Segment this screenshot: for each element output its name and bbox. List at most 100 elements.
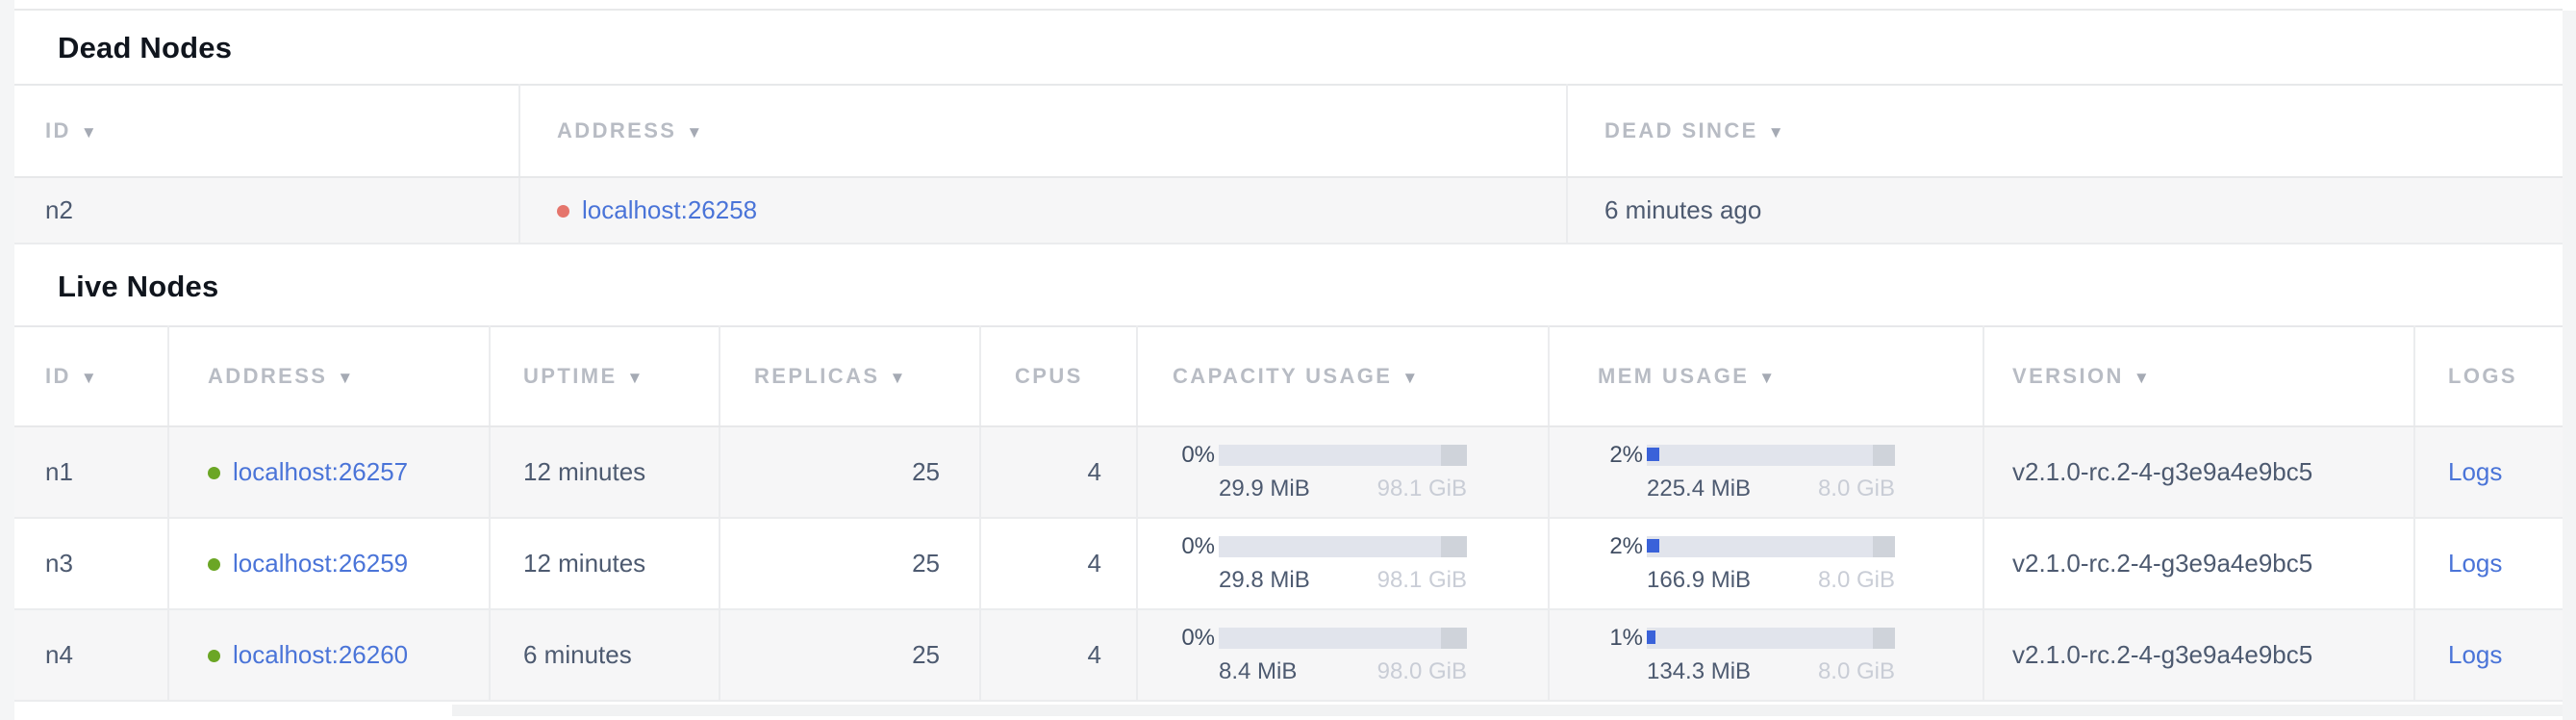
mem-used-label: 225.4 MiB <box>1647 476 1751 502</box>
logs-cell: Logs <box>2414 426 2563 518</box>
usage-bar <box>1219 628 1467 649</box>
mem-percent: 2% <box>1597 533 1643 560</box>
capacity-total-label: 98.0 GiB <box>1377 658 1467 685</box>
node-address-cell: localhost:26257 <box>168 426 490 518</box>
node-address-cell: localhost:26260 <box>168 609 490 701</box>
nodes-overview-page: Dead Nodes ID▼ ADDRESS▼ DEAD SINCE▼ n2 l… <box>14 0 2563 716</box>
replicas-cell: 25 <box>720 426 980 518</box>
column-header-version[interactable]: VERSION▼ <box>1983 326 2414 426</box>
column-header-id[interactable]: ID▼ <box>14 85 519 177</box>
capacity-used-label: 29.9 MiB <box>1219 476 1310 502</box>
mem-total-label: 8.0 GiB <box>1818 476 1895 502</box>
column-header-mem-usage[interactable]: MEM USAGE▼ <box>1549 326 1983 426</box>
mem-total-label: 8.0 GiB <box>1818 567 1895 594</box>
address-link[interactable]: localhost:26259 <box>233 549 408 578</box>
capacity-used-label: 8.4 MiB <box>1219 658 1297 685</box>
column-header-address[interactable]: ADDRESS▼ <box>168 326 490 426</box>
column-header-address[interactable]: ADDRESS▼ <box>519 85 1567 177</box>
column-header-replicas[interactable]: REPLICAS▼ <box>720 326 980 426</box>
usage-bar-endcap <box>1441 628 1467 649</box>
usage-bar-endcap <box>1873 445 1895 466</box>
column-header-uptime[interactable]: UPTIME▼ <box>490 326 720 426</box>
usage-bar-endcap <box>1441 536 1467 557</box>
capacity-usage-meter: 0% 8.4 MiB 98.0 GiB <box>1138 625 1467 685</box>
usage-bar-used <box>1647 539 1659 553</box>
version-cell: v2.1.0-rc.2-4-g3e9a4e9bc5 <box>1983 426 2414 518</box>
live-status-icon <box>208 650 220 662</box>
cpus-cell: 4 <box>980 426 1137 518</box>
dead-nodes-title: Dead Nodes <box>14 11 2563 84</box>
bottom-strip <box>14 702 2563 716</box>
capacity-total-label: 98.1 GiB <box>1377 476 1467 502</box>
capacity-used-label: 29.8 MiB <box>1219 567 1310 594</box>
usage-bar-endcap <box>1441 445 1467 466</box>
column-header-logs: LOGS <box>2414 326 2563 426</box>
node-id-cell: n2 <box>14 177 519 244</box>
live-nodes-section: Live Nodes ID▼ ADDRESS▼ UPTIME▼ REPLICAS… <box>14 244 2563 702</box>
logs-link[interactable]: Logs <box>2448 640 2502 669</box>
address-link[interactable]: localhost:26260 <box>233 640 408 669</box>
live-nodes-title: Live Nodes <box>14 244 2563 325</box>
live-nodes-body: n1 localhost:26257 12 minutes 25 4 0% 29… <box>14 426 2563 701</box>
usage-bar <box>1219 536 1467 557</box>
dead-nodes-table: ID▼ ADDRESS▼ DEAD SINCE▼ n2 localhost:26… <box>14 84 2563 244</box>
live-node-row: n1 localhost:26257 12 minutes 25 4 0% 29… <box>14 426 2563 518</box>
capacity-percent: 0% <box>1169 442 1215 469</box>
capacity-total-label: 98.1 GiB <box>1377 567 1467 594</box>
capacity-usage-meter: 0% 29.8 MiB 98.1 GiB <box>1138 533 1467 594</box>
logs-link[interactable]: Logs <box>2448 549 2502 578</box>
cpus-cell: 4 <box>980 609 1137 701</box>
usage-bar-endcap <box>1873 628 1895 649</box>
usage-bar <box>1219 445 1467 466</box>
capacity-percent: 0% <box>1169 625 1215 652</box>
dead-since-cell: 6 minutes ago <box>1567 177 2563 244</box>
mem-used-label: 134.3 MiB <box>1647 658 1751 685</box>
capacity-usage-cell: 0% 29.9 MiB 98.1 GiB <box>1137 426 1549 518</box>
usage-bar <box>1647 628 1895 649</box>
mem-used-label: 166.9 MiB <box>1647 567 1751 594</box>
mem-percent: 2% <box>1597 442 1643 469</box>
sort-arrow-icon: ▼ <box>81 369 97 387</box>
uptime-cell: 12 minutes <box>490 518 720 609</box>
mem-usage-meter: 2% 166.9 MiB 8.0 GiB <box>1550 533 1895 594</box>
capacity-percent: 0% <box>1169 533 1215 560</box>
sort-arrow-icon: ▼ <box>2134 369 2150 387</box>
logs-link[interactable]: Logs <box>2448 457 2502 486</box>
live-status-icon <box>208 558 220 571</box>
node-address-cell: localhost:26259 <box>168 518 490 609</box>
dead-status-icon <box>557 205 569 218</box>
usage-bar <box>1647 536 1895 557</box>
uptime-cell: 6 minutes <box>490 609 720 701</box>
column-header-capacity-usage[interactable]: CAPACITY USAGE▼ <box>1137 326 1549 426</box>
node-address-cell: localhost:26258 <box>519 177 1567 244</box>
logs-cell: Logs <box>2414 518 2563 609</box>
mem-usage-cell: 2% 166.9 MiB 8.0 GiB <box>1549 518 1983 609</box>
address-link[interactable]: localhost:26258 <box>582 195 757 224</box>
mem-total-label: 8.0 GiB <box>1818 658 1895 685</box>
column-header-cpus: CPUS <box>980 326 1137 426</box>
node-id-cell: n4 <box>14 609 168 701</box>
mem-percent: 1% <box>1597 625 1643 652</box>
usage-bar-used <box>1647 448 1659 461</box>
dead-nodes-section: Dead Nodes ID▼ ADDRESS▼ DEAD SINCE▼ n2 l… <box>14 11 2563 244</box>
column-header-id[interactable]: ID▼ <box>14 326 168 426</box>
mem-usage-meter: 2% 225.4 MiB 8.0 GiB <box>1550 442 1895 502</box>
node-id-cell: n1 <box>14 426 168 518</box>
capacity-usage-cell: 0% 8.4 MiB 98.0 GiB <box>1137 609 1549 701</box>
page-left-gutter <box>0 0 14 720</box>
page-right-gutter <box>2563 11 2576 720</box>
dead-nodes-header-row: ID▼ ADDRESS▼ DEAD SINCE▼ <box>14 85 2563 177</box>
replicas-cell: 25 <box>720 518 980 609</box>
address-link[interactable]: localhost:26257 <box>233 457 408 486</box>
sort-arrow-icon: ▼ <box>337 369 353 387</box>
live-node-row: n4 localhost:26260 6 minutes 25 4 0% 8.4… <box>14 609 2563 701</box>
mem-usage-cell: 2% 225.4 MiB 8.0 GiB <box>1549 426 1983 518</box>
mem-usage-cell: 1% 134.3 MiB 8.0 GiB <box>1549 609 1983 701</box>
usage-bar-endcap <box>1873 536 1895 557</box>
capacity-usage-meter: 0% 29.9 MiB 98.1 GiB <box>1138 442 1467 502</box>
column-header-dead-since[interactable]: DEAD SINCE▼ <box>1567 85 2563 177</box>
logs-cell: Logs <box>2414 609 2563 701</box>
cpus-cell: 4 <box>980 518 1137 609</box>
dead-node-row: n2 localhost:26258 6 minutes ago <box>14 177 2563 244</box>
sort-arrow-icon: ▼ <box>1758 369 1775 387</box>
